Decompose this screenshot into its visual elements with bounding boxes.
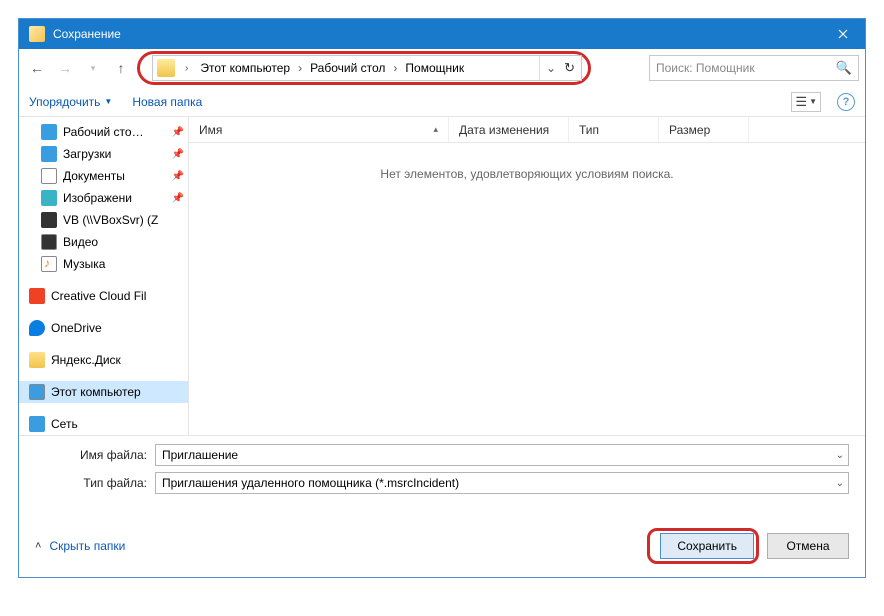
pin-icon: 📌	[172, 171, 184, 182]
filename-input[interactable]: Приглашение ⌄	[155, 444, 849, 466]
tree-item-network[interactable]: Сеть	[19, 413, 188, 435]
window-title: Сохранение	[53, 27, 820, 41]
organize-menu[interactable]: Упорядочить ▼	[29, 95, 112, 109]
tree-item[interactable]: Загрузки📌	[19, 143, 188, 165]
drive-icon	[41, 212, 57, 228]
chevron-down-icon: ▼	[104, 97, 112, 106]
images-icon	[41, 190, 57, 206]
col-size[interactable]: Размер	[659, 117, 749, 142]
empty-message: Нет элементов, удовлетворяющих условиям …	[189, 167, 865, 181]
pin-icon: 📌	[172, 127, 184, 138]
filetype-label: Тип файла:	[35, 476, 155, 490]
tree-item-this-pc[interactable]: Этот компьютер	[19, 381, 188, 403]
breadcrumb-seg[interactable]: Этот компьютер	[194, 61, 292, 75]
tree-item[interactable]: Видео	[19, 231, 188, 253]
chevron-down-icon[interactable]: ⌄	[836, 450, 844, 461]
network-icon	[29, 416, 45, 432]
titlebar: Сохранение	[19, 19, 865, 49]
up-button[interactable]: ↑	[109, 56, 133, 80]
cancel-button[interactable]: Отмена	[767, 533, 849, 559]
column-headers[interactable]: Имя▴ Дата изменения Тип Размер	[189, 117, 865, 143]
app-icon	[29, 26, 45, 42]
documents-icon	[41, 168, 57, 184]
col-date[interactable]: Дата изменения	[449, 117, 569, 142]
breadcrumb-highlight: › Этот компьютер› Рабочий стол› Помощник…	[137, 51, 591, 85]
chevron-right-icon: ›	[292, 61, 304, 75]
downloads-icon	[41, 146, 57, 162]
chevron-right-icon: ›	[179, 63, 194, 74]
pc-icon	[157, 59, 175, 77]
chevron-right-icon: ›	[387, 61, 399, 75]
tree-item[interactable]: Музыка	[19, 253, 188, 275]
tree-item[interactable]: Документы📌	[19, 165, 188, 187]
tree-item[interactable]: OneDrive	[19, 317, 188, 339]
folder-icon	[29, 352, 45, 368]
filename-label: Имя файла:	[35, 448, 155, 462]
chevron-up-icon: ˄	[35, 540, 41, 552]
chevron-down-icon[interactable]: ⌄	[546, 61, 556, 75]
onedrive-icon	[29, 320, 45, 336]
music-icon	[41, 256, 57, 272]
pin-icon: 📌	[172, 149, 184, 160]
chevron-down-icon[interactable]: ⌄	[836, 478, 844, 489]
breadcrumb-seg[interactable]: Помощник	[399, 61, 466, 75]
tree-item[interactable]: VB (\\VBoxSvr) (Z	[19, 209, 188, 231]
tree-item[interactable]: Рабочий сто…📌	[19, 121, 188, 143]
folder-tree[interactable]: Рабочий сто…📌 Загрузки📌 Документы📌 Изобр…	[19, 117, 189, 435]
desktop-icon	[41, 124, 57, 140]
close-button[interactable]	[820, 19, 865, 49]
video-icon	[41, 234, 57, 250]
nav-row: ← → ▾ ↑ › Этот компьютер› Рабочий стол› …	[19, 49, 865, 87]
tree-item[interactable]: Изображени📌	[19, 187, 188, 209]
hide-folders-toggle[interactable]: ˄ Скрыть папки	[35, 539, 125, 553]
file-list: Имя▴ Дата изменения Тип Размер Нет элеме…	[189, 117, 865, 435]
save-button-highlight: Сохранить	[647, 528, 759, 564]
help-button[interactable]: ?	[837, 93, 855, 111]
main-area: Рабочий сто…📌 Загрузки📌 Документы📌 Изобр…	[19, 117, 865, 435]
search-input[interactable]: Поиск: Помощник 🔍	[649, 55, 859, 81]
close-icon	[838, 29, 848, 39]
list-icon: ☰	[795, 94, 807, 110]
forward-button[interactable]: →	[53, 56, 77, 80]
bottom-panel: Имя файла: Приглашение ⌄ Тип файла: Приг…	[19, 435, 865, 512]
save-button[interactable]: Сохранить	[660, 533, 754, 559]
col-type[interactable]: Тип	[569, 117, 659, 142]
breadcrumb[interactable]: › Этот компьютер› Рабочий стол› Помощник…	[152, 55, 582, 81]
chevron-down-icon: ▼	[809, 97, 817, 106]
back-button[interactable]: ←	[25, 56, 49, 80]
sort-icon: ▴	[433, 124, 438, 135]
filetype-select[interactable]: Приглашения удаленного помощника (*.msrc…	[155, 472, 849, 494]
recent-dropdown[interactable]: ▾	[81, 56, 105, 80]
view-mode-button[interactable]: ☰ ▼	[791, 92, 821, 112]
new-folder-button[interactable]: Новая папка	[132, 95, 202, 109]
creative-cloud-icon	[29, 288, 45, 304]
save-dialog: Сохранение ← → ▾ ↑ › Этот компьютер› Раб…	[18, 18, 866, 578]
toolbar: Упорядочить ▼ Новая папка ☰ ▼ ?	[19, 87, 865, 117]
action-row: ˄ Скрыть папки Сохранить Отмена	[19, 512, 865, 572]
refresh-icon[interactable]: ↻	[564, 60, 575, 76]
breadcrumb-seg[interactable]: Рабочий стол	[304, 61, 387, 75]
tree-item[interactable]: Яндекс.Диск	[19, 349, 188, 371]
search-placeholder: Поиск: Помощник	[656, 61, 755, 75]
tree-item[interactable]: Creative Cloud Fil	[19, 285, 188, 307]
col-name[interactable]: Имя▴	[189, 117, 449, 142]
pin-icon: 📌	[172, 193, 184, 204]
pc-icon	[29, 384, 45, 400]
search-icon: 🔍	[836, 60, 852, 76]
